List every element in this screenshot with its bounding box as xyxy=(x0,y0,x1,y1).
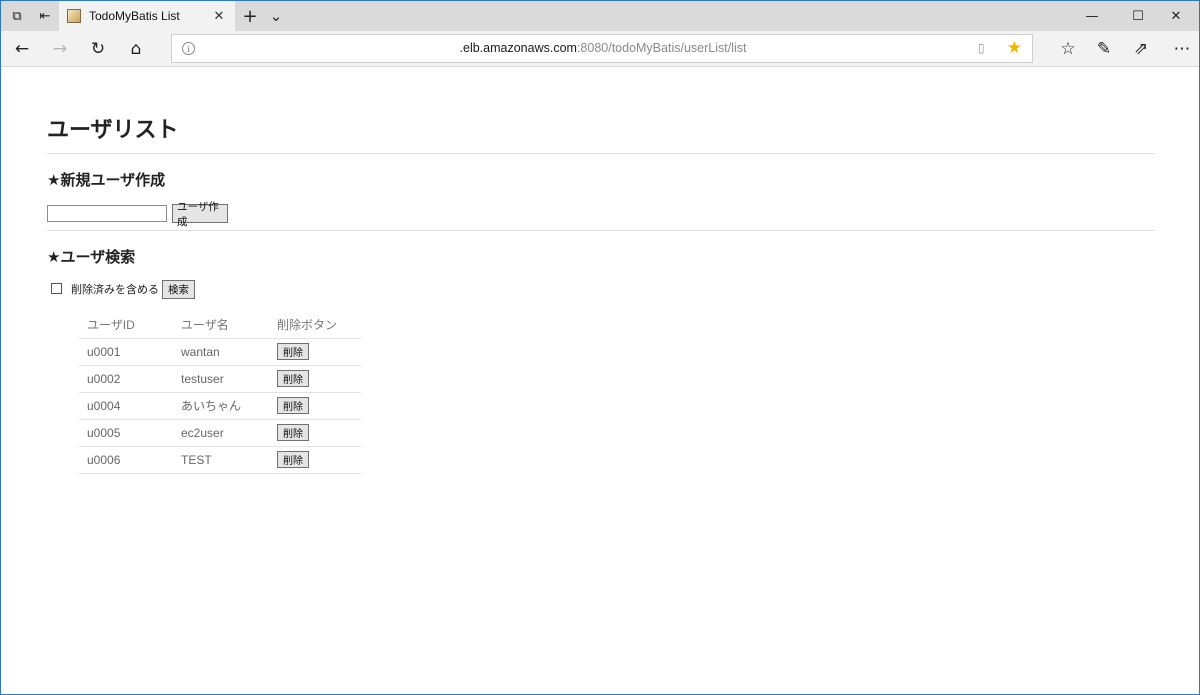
new-tab-icon[interactable]: + xyxy=(237,1,263,31)
cell-delete: 削除 xyxy=(269,365,361,393)
delete-button[interactable]: 削除 xyxy=(277,343,309,360)
web-note-pen-icon[interactable]: ✎ xyxy=(1085,31,1123,67)
url-path: :8080/todoMyBatis/userList/list xyxy=(576,41,747,55)
more-icon[interactable]: ⋯ xyxy=(1163,31,1199,67)
refresh-icon[interactable]: ↻ xyxy=(79,31,117,67)
page-title: ユーザリスト xyxy=(47,118,179,143)
share-icon[interactable]: ⇗ xyxy=(1122,31,1160,67)
cell-user-name: testuser xyxy=(173,365,269,393)
cell-delete: 削除 xyxy=(269,338,361,366)
delete-button[interactable]: 削除 xyxy=(277,397,309,414)
reading-view-icon[interactable]: ▯ xyxy=(978,41,992,55)
cell-user-id: u0002 xyxy=(79,365,173,393)
table-row: u0005 ec2user 削除 xyxy=(79,419,361,447)
cell-delete: 削除 xyxy=(269,392,361,420)
url-text[interactable]: .elb.amazonaws.com:8080/todoMyBatis/user… xyxy=(172,41,1034,55)
table-row: u0004 あいちゃん 削除 xyxy=(79,392,361,420)
page-content: ユーザリスト ★新規ユーザ作成 ユーザ作成 ★ユーザ検索 削除済みを含める 検索… xyxy=(1,68,1199,694)
favicon-icon xyxy=(67,9,81,23)
create-user-button[interactable]: ユーザ作成 xyxy=(172,201,228,228)
favorite-star-icon[interactable]: ★ xyxy=(1007,38,1022,58)
cell-user-id: u0001 xyxy=(79,338,173,366)
window-close-icon[interactable]: ✕ xyxy=(1153,1,1199,31)
header-delete-button: 削除ボタン xyxy=(269,311,361,339)
table-row: u0002 testuser 削除 xyxy=(79,365,361,393)
divider xyxy=(47,230,1155,231)
tab-close-icon[interactable]: ✕ xyxy=(209,1,229,31)
divider xyxy=(47,153,1155,154)
cell-user-name: ec2user xyxy=(173,419,269,447)
table-row: u0006 TEST 削除 xyxy=(79,446,361,474)
tab-title: TodoMyBatis List xyxy=(89,9,180,23)
cell-user-id: u0005 xyxy=(79,419,173,447)
include-deleted-label: 削除済みを含める xyxy=(71,283,159,296)
include-deleted-checkbox[interactable] xyxy=(51,283,62,294)
delete-button[interactable]: 削除 xyxy=(277,451,309,468)
search-button[interactable]: 検索 xyxy=(162,280,195,299)
address-bar[interactable]: i .elb.amazonaws.com:8080/todoMyBatis/us… xyxy=(171,34,1033,63)
favorites-hub-icon[interactable]: ☆ xyxy=(1049,31,1087,67)
home-icon[interactable]: ⌂ xyxy=(117,31,155,67)
new-user-input[interactable] xyxy=(47,205,167,222)
user-table: ユーザID ユーザ名 削除ボタン u0001 wantan 削除 u0002 t… xyxy=(79,311,361,474)
url-host: .elb.amazonaws.com xyxy=(459,41,577,55)
search-section-heading: ★ユーザ検索 xyxy=(47,248,136,266)
cell-user-name: あいちゃん xyxy=(173,392,269,420)
forward-icon[interactable]: → xyxy=(41,31,79,67)
table-header-row: ユーザID ユーザ名 削除ボタン xyxy=(79,311,361,339)
tab-preview-icon[interactable]: ⧉ xyxy=(3,1,31,31)
create-section-heading: ★新規ユーザ作成 xyxy=(47,171,166,189)
cell-user-name: TEST xyxy=(173,446,269,474)
delete-button[interactable]: 削除 xyxy=(277,424,309,441)
cell-user-id: u0006 xyxy=(79,446,173,474)
tab-list-chevron-icon[interactable]: ⌄ xyxy=(263,1,289,31)
cell-delete: 削除 xyxy=(269,446,361,474)
browser-window: ⧉ ⇤ TodoMyBatis List ✕ + ⌄ — ☐ ✕ ← → ↻ ⌂… xyxy=(0,0,1200,695)
table-row: u0001 wantan 削除 xyxy=(79,338,361,366)
cell-user-id: u0004 xyxy=(79,392,173,420)
header-user-name: ユーザ名 xyxy=(173,311,269,339)
back-icon[interactable]: ← xyxy=(3,31,41,67)
minimize-icon[interactable]: — xyxy=(1069,1,1115,31)
cell-user-name: wantan xyxy=(173,338,269,366)
header-user-id: ユーザID xyxy=(79,311,173,339)
nav-bar: ← → ↻ ⌂ i .elb.amazonaws.com:8080/todoMy… xyxy=(1,31,1199,67)
delete-button[interactable]: 削除 xyxy=(277,370,309,387)
title-bar: ⧉ ⇤ TodoMyBatis List ✕ + ⌄ — ☐ ✕ xyxy=(1,1,1199,31)
cell-delete: 削除 xyxy=(269,419,361,447)
tab-active[interactable]: TodoMyBatis List ✕ xyxy=(59,1,235,31)
set-tabs-aside-icon[interactable]: ⇤ xyxy=(31,1,59,31)
